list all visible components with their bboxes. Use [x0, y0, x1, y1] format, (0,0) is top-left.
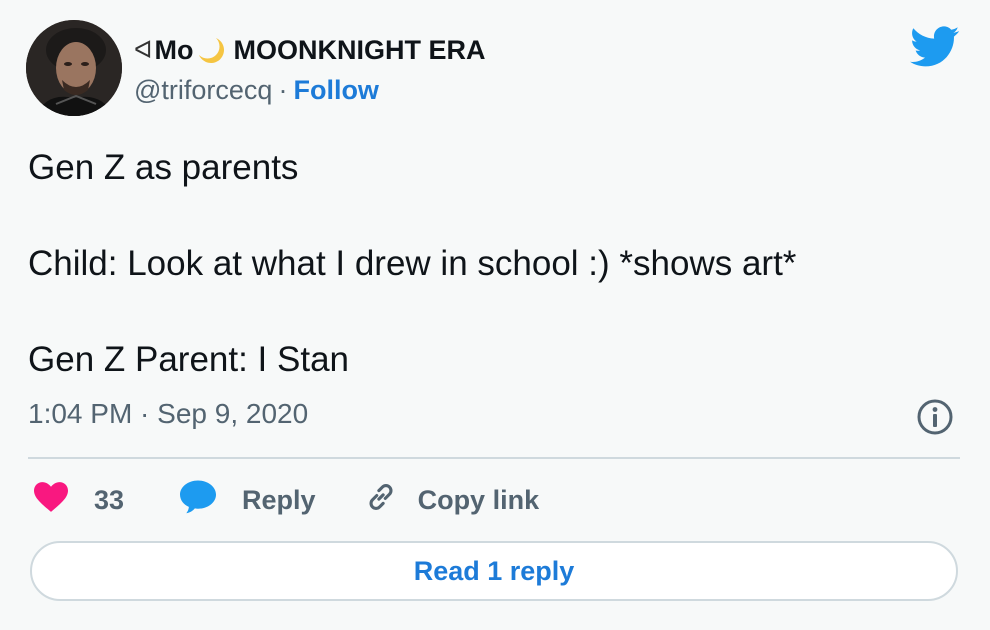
read-replies-label: Read 1 reply [413, 555, 575, 586]
tweet-line-2: Child: Look at what I drew in school :) … [28, 244, 797, 283]
divider [28, 457, 960, 459]
tweet-actions: 33 Reply Copy link [34, 476, 539, 524]
reply-button[interactable]: Reply [180, 480, 316, 521]
avatar[interactable] [26, 20, 122, 116]
follow-link[interactable]: Follow [293, 75, 378, 106]
speech-bubble-icon [180, 480, 217, 521]
like-count: 33 [94, 484, 125, 515]
author-handle-row: @triforcecq · Follow [134, 72, 379, 108]
tweet-line-3: Gen Z Parent: I Stan [28, 340, 349, 379]
heart-icon [34, 481, 68, 519]
link-icon [364, 480, 398, 521]
reply-label: Reply [242, 484, 316, 515]
author-name-row[interactable]: ᐊ Mo MOONKNIGHT ERA [134, 32, 485, 68]
tweet-text: Gen Z as parents Child: Look at what I d… [28, 144, 958, 384]
copy-link-label: Copy link [417, 484, 540, 515]
author-name: Mo [154, 34, 194, 65]
author-name-suffix: MOONKNIGHT ERA [233, 34, 486, 65]
tweet-timestamp[interactable]: 1:04 PM · Sep 9, 2020 [28, 398, 308, 430]
crescent-moon-icon [195, 35, 225, 65]
tweet-line-1: Gen Z as parents [28, 148, 299, 187]
handle-separator: · [278, 74, 288, 105]
embedded-tweet-card: ᐊ Mo MOONKNIGHT ERA @triforcecq · Follow… [0, 0, 990, 630]
avatar-image [26, 20, 122, 116]
read-replies-button[interactable]: Read 1 reply [30, 541, 958, 601]
name-prefix-glyph: ᐊ [134, 36, 153, 64]
author-handle[interactable]: @triforcecq [134, 75, 272, 106]
like-button[interactable]: 33 [34, 481, 125, 519]
twitter-bird-icon[interactable] [910, 26, 960, 68]
copy-link-button[interactable]: Copy link [364, 480, 540, 521]
info-icon[interactable] [916, 398, 954, 436]
